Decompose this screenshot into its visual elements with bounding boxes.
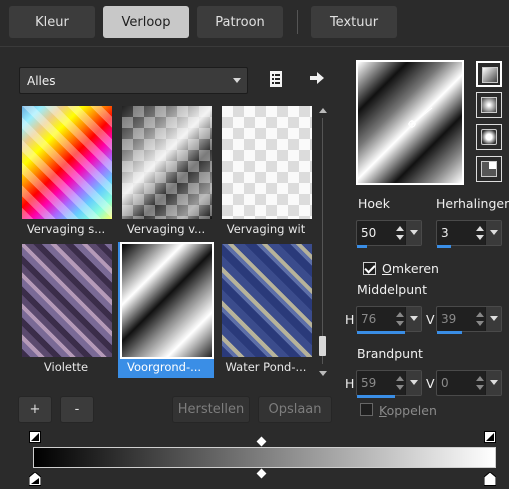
center-h-label: H: [345, 312, 355, 327]
tab-patroon[interactable]: Patroon: [197, 6, 283, 38]
spinner-arrows-icon[interactable]: [395, 310, 405, 328]
rectangular-gradient-button[interactable]: [476, 92, 502, 118]
tab-textuur[interactable]: Textuur: [311, 6, 397, 38]
angle-slider-bar[interactable]: [357, 245, 367, 248]
repeats-spinner[interactable]: 3: [436, 220, 502, 248]
gallery-item-label: Vervaging s...: [26, 222, 106, 236]
focal-v-spinner[interactable]: 0: [436, 370, 502, 396]
radial-gradient-button[interactable]: [476, 124, 502, 150]
gallery-item-label: Vervaging wit: [226, 222, 306, 236]
link-checkbox[interactable]: [360, 403, 373, 416]
invert-label[interactable]: Omkeren: [382, 261, 439, 276]
gallery-item[interactable]: Vervaging v...: [118, 104, 214, 240]
angle-handle-icon[interactable]: [398, 102, 438, 132]
gallery-item-label: Violette: [43, 360, 89, 374]
chevron-down-icon[interactable]: [485, 221, 501, 245]
gallery-item-label: Voorgrond-...: [127, 360, 202, 374]
opacity-stop-left-icon[interactable]: [29, 431, 41, 443]
repeats-value: 3: [441, 226, 449, 240]
center-h-value: 76: [361, 312, 377, 326]
gradient-preview[interactable]: [356, 60, 464, 185]
gradient-thumbnail: [122, 106, 212, 219]
gallery-scrollbar[interactable]: [316, 104, 329, 380]
spinner-arrows-icon[interactable]: [395, 374, 405, 392]
gallery-item[interactable]: Vervaging wit: [218, 104, 314, 240]
linear-gradient-button[interactable]: [476, 61, 502, 87]
sunburst-gradient-icon: [481, 161, 497, 177]
linear-gradient-icon: [482, 67, 498, 83]
chevron-down-icon[interactable]: [485, 371, 501, 395]
save-button[interactable]: Opslaan: [258, 396, 332, 423]
rectangular-gradient-icon: [481, 97, 497, 113]
gallery-item-selected[interactable]: Voorgrond-...: [118, 242, 214, 378]
focal-h-slider-bar[interactable]: [357, 395, 395, 398]
focal-h-spinner[interactable]: 59: [356, 370, 422, 398]
chevron-down-icon[interactable]: [405, 221, 421, 245]
tab-separator: [297, 10, 298, 34]
center-h-spinner[interactable]: 76: [356, 306, 422, 334]
scroll-thumb[interactable]: [319, 336, 326, 356]
gradient-strip[interactable]: [33, 447, 496, 468]
arrow-right-icon[interactable]: [309, 71, 325, 85]
scroll-up-icon[interactable]: [319, 108, 327, 113]
angle-spinner[interactable]: 50: [356, 220, 422, 248]
repeats-slider-bar[interactable]: [437, 245, 451, 248]
tab-verloop[interactable]: Verloop: [103, 6, 189, 38]
color-stop-right-icon[interactable]: [483, 471, 497, 486]
chevron-down-icon[interactable]: [405, 307, 421, 331]
add-gradient-button[interactable]: +: [18, 396, 52, 423]
gallery-item-label: Vervaging v...: [126, 222, 206, 236]
gallery-item[interactable]: Vervaging s...: [18, 104, 114, 240]
repeats-label: Herhalingen: [436, 196, 509, 211]
opacity-midpoint-icon[interactable]: [256, 436, 267, 447]
focal-h-label: H: [345, 376, 355, 391]
radial-gradient-icon: [481, 129, 497, 145]
center-v-slider-bar[interactable]: [437, 331, 462, 334]
center-v-spinner[interactable]: 39: [436, 306, 502, 334]
center-h-slider-bar[interactable]: [357, 331, 405, 334]
gradient-gallery: Vervaging s... Vervaging v... Vervaging …: [18, 104, 315, 380]
category-select[interactable]: Alles: [19, 67, 248, 94]
sunburst-gradient-button[interactable]: [476, 156, 502, 182]
scroll-track: [322, 118, 323, 364]
gallery-item[interactable]: Water Pond-...: [218, 242, 314, 378]
focal-label: Brandpunt: [357, 346, 423, 361]
angle-label: Hoek: [358, 196, 390, 211]
color-stop-left-icon[interactable]: [28, 471, 42, 486]
spinner-arrows-icon[interactable]: [475, 224, 485, 242]
opacity-stop-right-icon[interactable]: [484, 431, 496, 443]
gradient-thumbnail: [120, 242, 214, 359]
gallery-item-label: Water Pond-...: [225, 360, 307, 374]
color-midpoint-icon[interactable]: [256, 468, 267, 479]
scroll-down-icon[interactable]: [319, 371, 327, 376]
gallery-item[interactable]: Violette: [18, 242, 114, 378]
category-select-value: Alles: [27, 73, 56, 88]
spinner-arrows-icon[interactable]: [395, 224, 405, 242]
chevron-down-icon: [233, 78, 241, 83]
gradient-thumbnail: [22, 244, 112, 357]
tab-divider: [0, 46, 509, 47]
chevron-down-icon[interactable]: [405, 371, 421, 395]
center-label: Middelpunt: [357, 282, 427, 297]
gradient-thumbnail: [222, 106, 312, 219]
focal-v-label: V: [426, 376, 435, 391]
reset-button[interactable]: Herstellen: [172, 396, 250, 423]
link-label[interactable]: Koppelen: [379, 403, 437, 418]
focal-h-value: 59: [361, 376, 377, 390]
invert-checkbox[interactable]: [363, 262, 376, 275]
spinner-arrows-icon[interactable]: [475, 374, 485, 392]
center-v-label: V: [426, 312, 435, 327]
angle-value: 50: [361, 226, 377, 240]
gradient-thumbnail: [222, 244, 312, 357]
gradient-thumbnail: [22, 106, 112, 219]
tab-kleur[interactable]: Kleur: [9, 6, 95, 38]
spinner-arrows-icon[interactable]: [475, 310, 485, 328]
list-menu-icon[interactable]: [268, 70, 284, 88]
focal-v-value: 0: [441, 376, 449, 390]
chevron-down-icon[interactable]: [485, 307, 501, 331]
remove-gradient-button[interactable]: -: [60, 396, 94, 423]
center-v-value: 39: [441, 312, 457, 326]
